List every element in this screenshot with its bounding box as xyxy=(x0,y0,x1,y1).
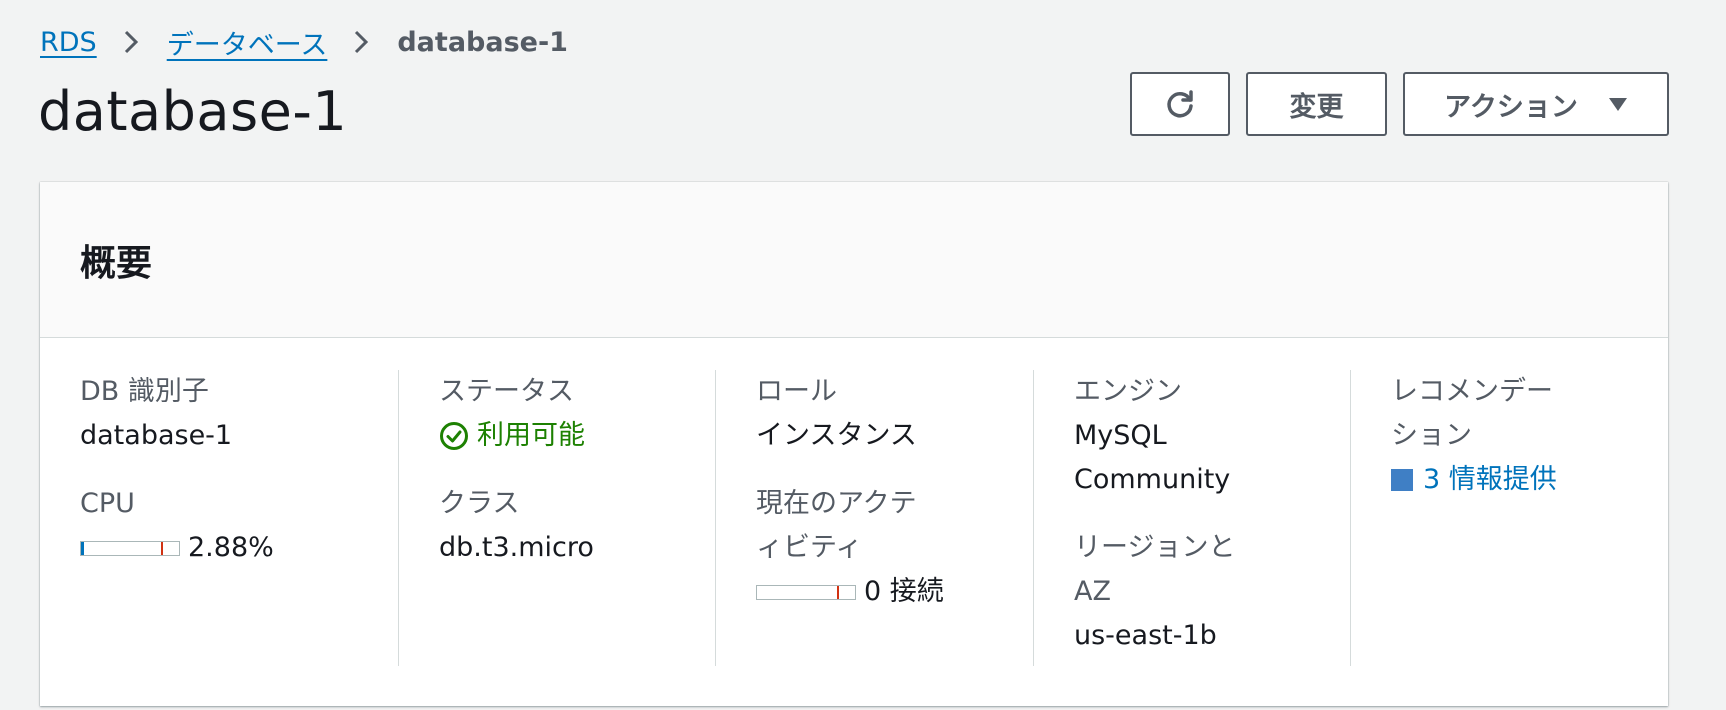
summary-column-identifier: DB 識別子 database-1 CPU 2.88% xyxy=(40,370,399,666)
breadcrumb-current: database-1 xyxy=(397,26,568,58)
role-value: インスタンス xyxy=(756,420,917,451)
region-label-line2: AZ xyxy=(1074,576,1111,607)
cpu-meter-fill xyxy=(81,541,84,555)
breadcrumb-link-databases[interactable]: データベース xyxy=(167,23,328,62)
status-label: ステータス xyxy=(439,376,574,407)
status-value: 利用可能 xyxy=(439,414,715,458)
summary-column-role: ロール インスタンス 現在のアクテ ィビティ 0 接続 xyxy=(716,370,1034,666)
activity-meter-row: 0 接続 xyxy=(756,570,1033,614)
page-title: database-1 xyxy=(38,80,348,143)
breadcrumb: RDS データベース database-1 xyxy=(40,22,568,62)
class-value: db.t3.micro xyxy=(439,532,594,563)
summary-column-engine: エンジン MySQL Community リージョンと AZ us-east-1… xyxy=(1034,370,1351,666)
check-circle-icon xyxy=(440,422,468,450)
refresh-button[interactable] xyxy=(1130,72,1230,136)
summary-column-status: ステータス 利用可能 クラス db.t3.micro xyxy=(399,370,716,666)
status-text: 利用可能 xyxy=(477,420,585,451)
info-square-icon xyxy=(1391,469,1413,491)
engine-label: エンジン xyxy=(1074,376,1182,407)
cpu-meter-row: 2.88% xyxy=(80,526,398,570)
role-label: ロール xyxy=(756,376,837,407)
breadcrumb-link-rds[interactable]: RDS xyxy=(40,27,97,58)
region-value: us-east-1b xyxy=(1074,620,1217,651)
recommendation-value: 3 情報提供 xyxy=(1423,464,1557,495)
caret-down-icon xyxy=(1608,98,1627,111)
summary-heading: 概要 xyxy=(80,242,153,284)
activity-label-line1: 現在のアクテ xyxy=(756,488,917,519)
summary-panel: 概要 DB 識別子 database-1 CPU 2.88% ステータス 利用可… xyxy=(40,182,1668,706)
header-actions: 変更 アクション xyxy=(1130,72,1669,136)
summary-columns: DB 識別子 database-1 CPU 2.88% ステータス 利用可能 ク… xyxy=(40,370,1668,666)
summary-header: 概要 xyxy=(40,182,1668,338)
chevron-right-icon xyxy=(355,30,369,54)
class-label: クラス xyxy=(439,488,520,519)
chevron-right-icon xyxy=(124,30,138,54)
actions-dropdown-button[interactable]: アクション xyxy=(1403,72,1669,136)
refresh-icon xyxy=(1167,90,1193,118)
region-label-line1: リージョンと xyxy=(1074,532,1236,563)
activity-meter-threshold xyxy=(837,585,839,599)
db-identifier-label: DB 識別子 xyxy=(80,376,209,407)
activity-meter xyxy=(756,584,856,600)
actions-dropdown-label: アクション xyxy=(1444,91,1578,123)
cpu-meter xyxy=(80,540,180,556)
cpu-meter-threshold xyxy=(161,541,163,555)
cpu-value: 2.88% xyxy=(188,532,274,563)
recommendation-label-line2: ション xyxy=(1391,420,1472,451)
modify-button[interactable]: 変更 xyxy=(1246,72,1387,136)
engine-value-line2: Community xyxy=(1074,464,1231,495)
recommendation-link[interactable]: 3 情報提供 xyxy=(1391,458,1668,502)
activity-label-line2: ィビティ xyxy=(756,532,863,563)
db-identifier-value: database-1 xyxy=(80,420,233,451)
engine-value-line1: MySQL xyxy=(1074,420,1167,451)
summary-column-recommendation: レコメンデー ション 3 情報提供 xyxy=(1351,370,1668,666)
recommendation-label-line1: レコメンデー xyxy=(1391,376,1553,407)
cpu-label: CPU xyxy=(80,488,135,519)
activity-value: 0 接続 xyxy=(864,576,944,607)
